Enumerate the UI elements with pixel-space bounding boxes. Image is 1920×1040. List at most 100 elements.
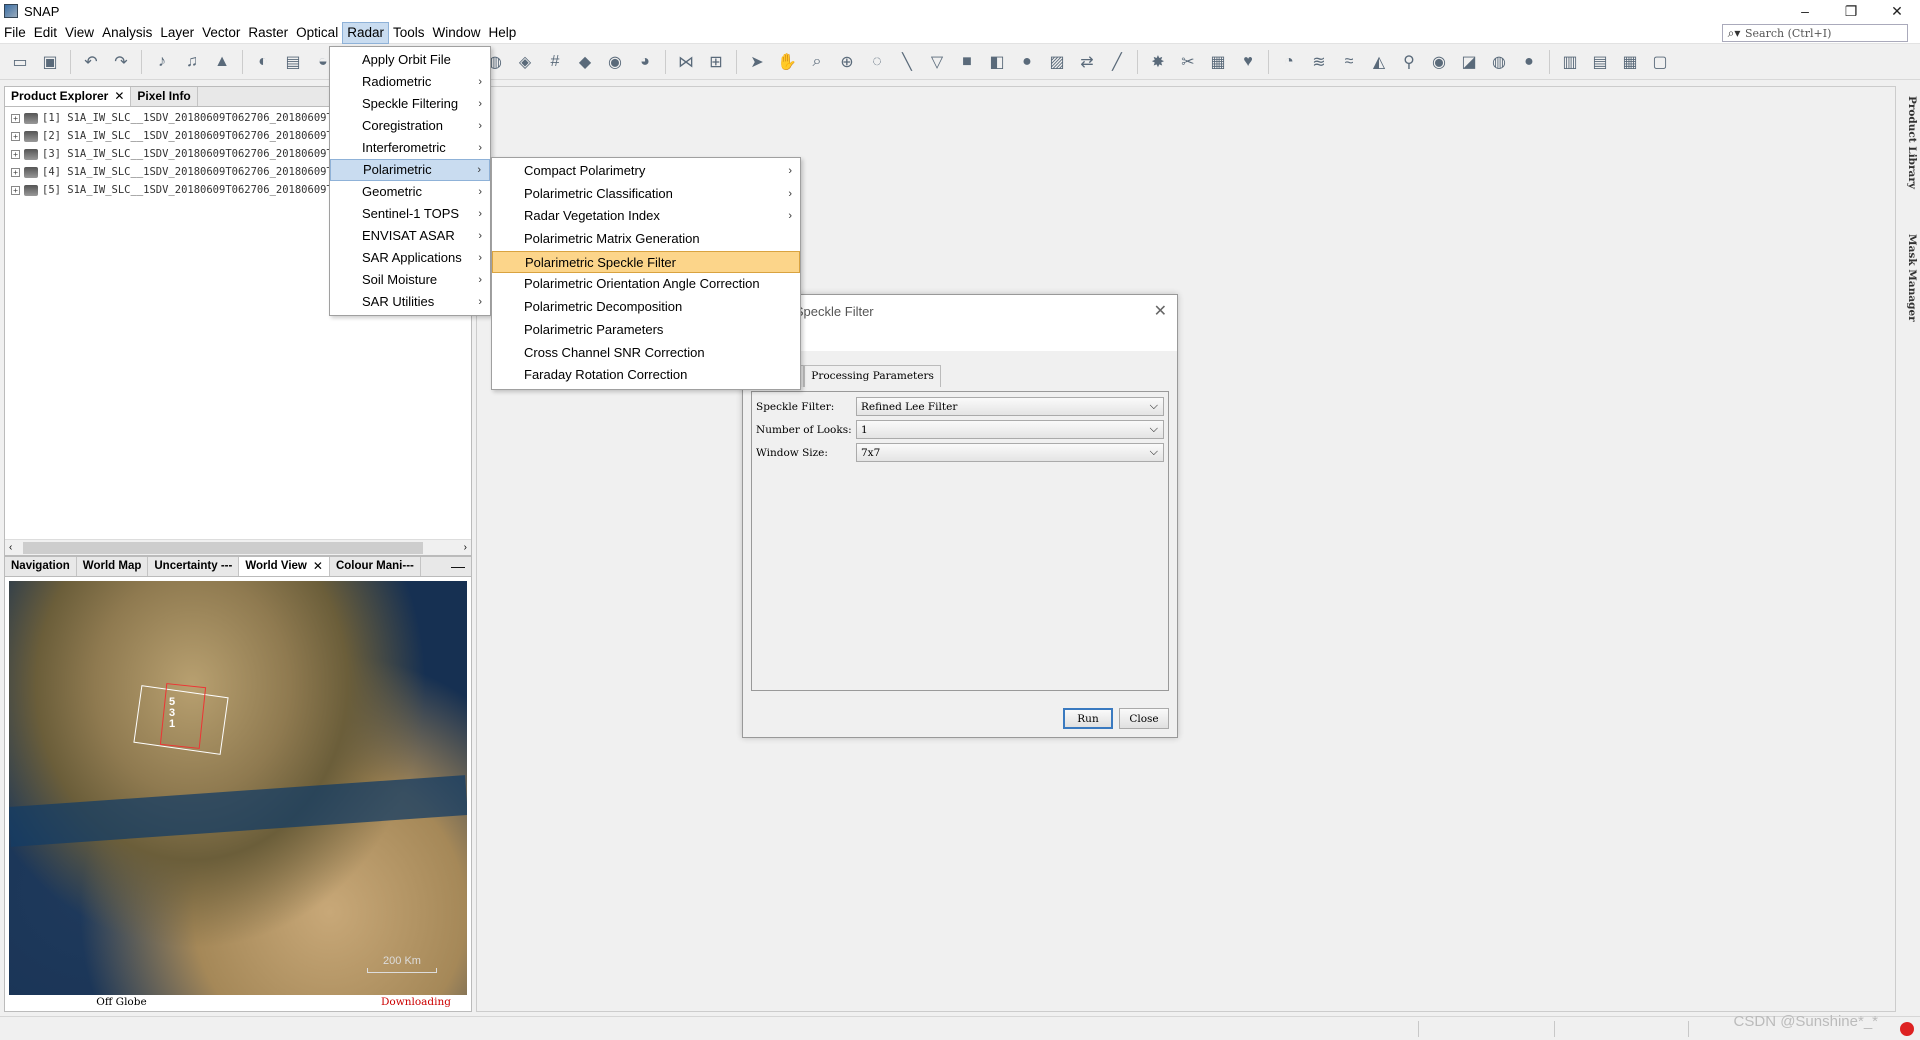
mask-manager-tab[interactable]: Mask Manager <box>1906 234 1918 322</box>
polarimetric-menu-item-polarimetric-decomposition[interactable]: Polarimetric Decomposition <box>492 296 800 319</box>
toolbar-tool-50-icon[interactable]: ≈ <box>1337 50 1361 74</box>
radar-menu-item-soil-moisture[interactable]: Soil Moisture › <box>330 269 490 291</box>
toolbar-tool-10-icon[interactable]: ◐ <box>251 50 275 74</box>
toolbar-tool-52-icon[interactable]: ⚲ <box>1397 50 1421 74</box>
toolbar-tool-45-icon[interactable]: ▦ <box>1206 50 1230 74</box>
polarimetric-menu-item-faraday-rotation-correction[interactable]: Faraday Rotation Correction <box>492 364 800 387</box>
expand-icon[interactable]: + <box>11 113 20 123</box>
polarimetric-menu-item-polarimetric-classification[interactable]: Polarimetric Classification › <box>492 183 800 206</box>
toolbar-tool-54-icon[interactable]: ◪ <box>1457 50 1481 74</box>
menu-edit[interactable]: Edit <box>30 22 61 44</box>
menu-tools[interactable]: Tools <box>389 22 429 44</box>
world-view-globe[interactable]: 531 200 Km <box>9 581 467 995</box>
toolbar-tool-11-icon[interactable]: ▤ <box>281 50 305 74</box>
toolbar-tool-27-icon[interactable]: ⊞ <box>704 50 728 74</box>
toolbar-tool-22-icon[interactable]: ◆ <box>573 50 597 74</box>
toolbar-tool-60-icon[interactable]: ▦ <box>1618 50 1642 74</box>
radar-menu-item-geometric[interactable]: Geometric › <box>330 181 490 203</box>
close-button[interactable]: Close <box>1119 708 1169 729</box>
radar-menu-item-apply-orbit-file[interactable]: Apply Orbit File <box>330 49 490 71</box>
minimize-button[interactable]: – <box>1782 0 1828 22</box>
toolbar-tool-33-icon[interactable]: ◌ <box>865 50 889 74</box>
polarimetric-menu-item-polarimetric-orientation-angle-correction[interactable]: Polarimetric Orientation Angle Correctio… <box>492 273 800 296</box>
radar-menu-item-radiometric[interactable]: Radiometric › <box>330 71 490 93</box>
search-box[interactable]: ⌕▾ Search (Ctrl+I) <box>1722 24 1908 42</box>
menu-vector[interactable]: Vector <box>198 22 244 44</box>
expand-icon[interactable]: + <box>11 149 20 159</box>
toolbar-tool-59-icon[interactable]: ▤ <box>1588 50 1612 74</box>
tab-world-map[interactable]: World Map <box>77 557 149 576</box>
scroll-left-icon[interactable]: ‹ <box>9 542 12 553</box>
toolbar-tool-20-icon[interactable]: ◈ <box>513 50 537 74</box>
tab-world-view[interactable]: World View ✕ <box>239 557 330 576</box>
expand-icon[interactable]: + <box>11 185 20 195</box>
toolbar-tool-37-icon[interactable]: ◧ <box>985 50 1009 74</box>
menu-radar[interactable]: Radar <box>342 21 389 44</box>
tab-product-explorer[interactable]: Product Explorer ✕ <box>5 87 132 106</box>
toolbar-tool-31-icon[interactable]: ⌕ <box>805 50 829 74</box>
toolbar-tool-8-icon[interactable]: ▲ <box>210 50 234 74</box>
radar-menu-item-coregistration[interactable]: Coregistration › <box>330 115 490 137</box>
run-button[interactable]: Run <box>1063 708 1113 729</box>
toolbar-tool-51-icon[interactable]: ◭ <box>1367 50 1391 74</box>
tab-pixel-info[interactable]: Pixel Info <box>131 87 198 106</box>
dialog-tab-processing-parameters[interactable]: Processing Parameters <box>804 365 941 387</box>
restore-button[interactable]: ❐ <box>1828 0 1874 22</box>
tab-navigation[interactable]: Navigation <box>5 557 77 576</box>
menu-analysis[interactable]: Analysis <box>98 22 156 44</box>
menu-help[interactable]: Help <box>485 22 521 44</box>
toolbar-tool-53-icon[interactable]: ◉ <box>1427 50 1451 74</box>
toolbar-tool-49-icon[interactable]: ≋ <box>1307 50 1331 74</box>
toolbar-tool-3-icon[interactable]: ↶ <box>79 50 103 74</box>
toolbar-tool-6-icon[interactable]: ♪ <box>150 50 174 74</box>
toolbar-tool-34-icon[interactable]: ╲ <box>895 50 919 74</box>
polarimetric-menu-item-radar-vegetation-index[interactable]: Radar Vegetation Index › <box>492 205 800 228</box>
polarimetric-menu-item-polarimetric-parameters[interactable]: Polarimetric Parameters <box>492 319 800 342</box>
tab-uncertainty[interactable]: Uncertainty --- <box>148 557 240 576</box>
radar-menu-item-sar-applications[interactable]: SAR Applications › <box>330 247 490 269</box>
toolbar-tool-23-icon[interactable]: ◉ <box>603 50 627 74</box>
toolbar-tool-26-icon[interactable]: ⋈ <box>674 50 698 74</box>
toolbar-tool-35-icon[interactable]: ▽ <box>925 50 949 74</box>
toolbar-tool-32-icon[interactable]: ⊕ <box>835 50 859 74</box>
toolbar-tool-36-icon[interactable]: ■ <box>955 50 979 74</box>
toolbar-tool-55-icon[interactable]: ◍ <box>1487 50 1511 74</box>
tab-close-icon[interactable]: ✕ <box>313 557 323 576</box>
close-window-button[interactable]: ✕ <box>1874 0 1920 22</box>
radar-menu-item-sentinel-1-tops[interactable]: Sentinel-1 TOPS › <box>330 203 490 225</box>
toolbar-tool-39-icon[interactable]: ▨ <box>1045 50 1069 74</box>
radar-menu-item-envisat-asar[interactable]: ENVISAT ASAR › <box>330 225 490 247</box>
toolbar-tool-61-icon[interactable]: ▢ <box>1648 50 1672 74</box>
toolbar-tool-46-icon[interactable]: ♥ <box>1236 50 1260 74</box>
menu-window[interactable]: Window <box>429 22 485 44</box>
polarimetric-menu-item-polarimetric-speckle-filter[interactable]: Polarimetric Speckle Filter <box>492 250 800 274</box>
scroll-right-icon[interactable]: › <box>464 542 467 553</box>
tab-colour-mani[interactable]: Colour Mani--- <box>330 557 421 576</box>
polarimetric-menu-item-polarimetric-matrix-generation[interactable]: Polarimetric Matrix Generation <box>492 228 800 251</box>
window-size-select[interactable]: 7x7 ⌵ <box>856 443 1164 462</box>
horizontal-scrollbar[interactable]: ‹ › <box>5 539 471 555</box>
toolbar-tool-30-icon[interactable]: ✋ <box>775 50 799 74</box>
toolbar-tool-29-icon[interactable]: ➤ <box>745 50 769 74</box>
radar-menu-item-speckle-filtering[interactable]: Speckle Filtering › <box>330 93 490 115</box>
toolbar-tool-21-icon[interactable]: # <box>543 50 567 74</box>
toolbar-tool-7-icon[interactable]: ♫ <box>180 50 204 74</box>
menu-file[interactable]: File <box>0 22 30 44</box>
expand-icon[interactable]: + <box>11 131 20 141</box>
toolbar-tool-38-icon[interactable]: ● <box>1015 50 1039 74</box>
toolbar-tool-0-icon[interactable]: ▭ <box>8 50 32 74</box>
toolbar-tool-44-icon[interactable]: ✂ <box>1176 50 1200 74</box>
menu-layer[interactable]: Layer <box>156 22 198 44</box>
menu-raster[interactable]: Raster <box>244 22 292 44</box>
polarimetric-menu-item-compact-polarimetry[interactable]: Compact Polarimetry › <box>492 160 800 183</box>
menu-view[interactable]: View <box>61 22 98 44</box>
toolbar-tool-56-icon[interactable]: ● <box>1517 50 1541 74</box>
dialog-menu-help[interactable]: lp <box>743 327 1177 351</box>
radar-menu-item-sar-utilities[interactable]: SAR Utilities › <box>330 291 490 313</box>
radar-menu-item-polarimetric[interactable]: Polarimetric › <box>330 159 490 181</box>
polarimetric-menu-item-cross-channel-snr-correction[interactable]: Cross Channel SNR Correction <box>492 342 800 365</box>
toolbar-tool-43-icon[interactable]: ✸ <box>1146 50 1170 74</box>
toolbar-tool-40-icon[interactable]: ⇄ <box>1075 50 1099 74</box>
speckle-filter-select[interactable]: Refined Lee Filter ⌵ <box>856 397 1164 416</box>
dialog-close-icon[interactable]: ✕ <box>1154 301 1167 321</box>
